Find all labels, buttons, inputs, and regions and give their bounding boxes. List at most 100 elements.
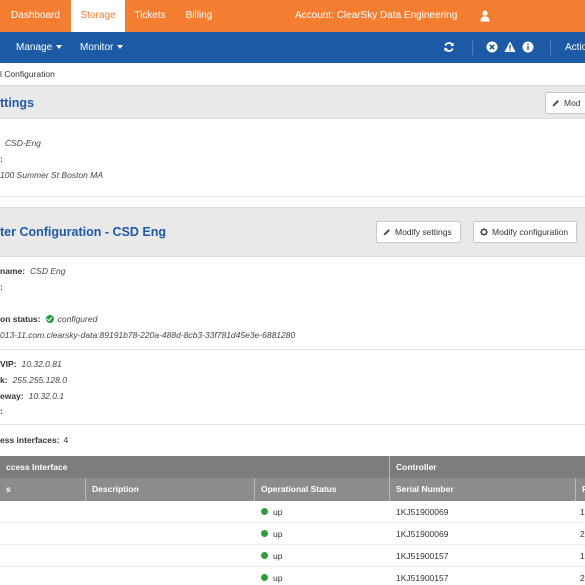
cluster-name-row: name: CSD Eng — [0, 266, 65, 276]
manage-menu[interactable]: Manage — [16, 32, 63, 63]
column-header-status[interactable]: s — [0, 478, 86, 501]
modify-site-button[interactable]: Mod — [545, 92, 585, 114]
iqn-row: 013-11.com.clearsky-data:89191b78-220a-4… — [0, 330, 295, 340]
gateway-row: eway: 10.32.0.1 — [0, 391, 64, 401]
operational-status-cell: up — [261, 501, 282, 523]
table-row[interactable]: up 1KJ51900069 1 — [0, 501, 585, 523]
registration-status-label: on status: — [0, 314, 41, 324]
operational-status-cell: up — [261, 523, 282, 545]
modify-settings-label: Modify settings — [395, 227, 452, 237]
warning-icon[interactable] — [504, 41, 516, 53]
vip-value: 10.32.0.81 — [21, 359, 62, 369]
registration-status-row: on status: configured — [0, 314, 97, 324]
operational-status-cell: up — [261, 545, 282, 567]
section-divider — [0, 424, 585, 425]
extra-cell: 1 — [580, 551, 585, 561]
modify-settings-button[interactable]: Modify settings — [376, 221, 461, 243]
site-name-row: CSD-Eng — [0, 138, 41, 148]
site-settings-title: ttings — [0, 96, 35, 110]
vip-row: VIP: 10.32.0.81 — [0, 359, 62, 369]
cluster-configuration-header: ter Configuration - CSD Eng Modify setti… — [0, 207, 585, 257]
top-navigation: Dashboard Storage Tickets Billing Accoun… — [0, 0, 585, 32]
table-row[interactable]: up 1KJ51900069 2 — [0, 523, 585, 545]
access-interfaces-label: ess interfaces: — [0, 435, 60, 445]
access-interfaces-row: ess interfaces: 4 — [0, 435, 68, 445]
cluster-name-value: CSD Eng — [30, 266, 66, 276]
gateway-value: 10.32.0.1 — [28, 391, 65, 401]
sub-navigation: Manage Monitor Actio — [0, 32, 585, 63]
user-icon[interactable] — [480, 10, 490, 22]
table-row[interactable]: up 1KJ51900157 2 — [0, 567, 585, 585]
extra-cell: 1 — [580, 507, 585, 517]
cluster-name-label: name: — [0, 266, 26, 276]
cluster-configuration-title: ter Configuration - CSD Eng — [0, 225, 166, 239]
check-circle-icon — [45, 315, 54, 323]
extra-cell: 2 — [580, 573, 585, 583]
status-dot-icon — [261, 508, 268, 515]
tab-dashboard[interactable]: Dashboard — [0, 0, 71, 32]
pencil-icon — [383, 229, 390, 236]
operational-status-value: up — [273, 507, 283, 517]
status-dot-icon — [261, 574, 268, 581]
modify-configuration-label: Modify configuration — [492, 227, 569, 237]
pencil-icon — [552, 100, 559, 107]
table-header: s Description Operational Status Serial … — [0, 478, 585, 501]
serial-number-cell: 1KJ51900069 — [396, 529, 449, 539]
account-name[interactable]: Account: ClearSky Data Engineering — [295, 0, 457, 32]
netmask-label: k: — [0, 375, 8, 385]
manage-menu-label: Manage — [16, 42, 53, 53]
section-divider — [0, 349, 585, 350]
serial-number-cell: 1KJ51900069 — [396, 507, 449, 517]
column-header-serial-number[interactable]: Serial Number — [390, 478, 576, 501]
site-name-value: CSD-Eng — [5, 138, 41, 148]
tab-storage[interactable]: Storage — [71, 0, 125, 32]
table-row[interactable]: up 1KJ51900157 1 — [0, 545, 585, 567]
column-header-operational-status[interactable]: Operational Status — [255, 478, 390, 501]
breadcrumb-current[interactable]: l Configuration — [0, 69, 55, 79]
operational-status-value: up — [273, 551, 283, 561]
chevron-down-icon — [56, 45, 63, 50]
monitor-menu[interactable]: Monitor — [80, 32, 124, 63]
status-dot-icon — [261, 530, 268, 537]
info-icon[interactable] — [522, 41, 534, 53]
gateway-label: eway: — [0, 391, 24, 401]
section-divider — [0, 196, 585, 197]
refresh-icon[interactable] — [443, 41, 455, 53]
monitor-menu-label: Monitor — [80, 42, 114, 53]
site-address-label: : — [0, 154, 3, 164]
nav-divider — [472, 40, 473, 55]
column-header-extra[interactable]: F — [576, 478, 585, 501]
actions-menu[interactable]: Actio — [565, 32, 585, 63]
netmask-value: 255.255.128.0 — [12, 375, 67, 385]
iqn-value: 013-11.com.clearsky-data:89191b78-220a-4… — [0, 330, 296, 340]
site-address-label-text: : — [0, 154, 3, 164]
serial-number-cell: 1KJ51900157 — [396, 551, 449, 561]
extra-row: : — [0, 406, 3, 416]
access-interfaces-count: 4 — [63, 435, 69, 445]
netmask-row: k: 255.255.128.0 — [0, 375, 67, 385]
cluster-empty-label: : — [0, 282, 3, 292]
operational-status-value: up — [273, 529, 283, 539]
extra-cell: 2 — [580, 529, 585, 539]
group-controller: Controller — [396, 462, 437, 472]
site-settings-header: ttings Mod — [0, 85, 585, 119]
breadcrumb: l Configuration — [0, 63, 585, 85]
status-dot-icon — [261, 552, 268, 559]
serial-number-cell: 1KJ51900157 — [396, 573, 449, 583]
registration-status-value: configured — [57, 314, 98, 324]
chevron-down-icon — [117, 45, 124, 50]
modify-configuration-button[interactable]: Modify configuration — [473, 221, 578, 243]
close-circle-icon[interactable] — [486, 41, 498, 53]
column-header-description[interactable]: Description — [86, 478, 255, 501]
table-group-header: ccess Interface Controller — [0, 456, 585, 478]
tab-tickets[interactable]: Tickets — [125, 0, 175, 32]
cluster-empty-row: : — [0, 282, 3, 292]
group-access-interface: ccess Interface — [0, 456, 390, 478]
operational-status-cell: up — [261, 567, 282, 585]
extra-label: : — [0, 406, 3, 416]
nav-divider — [550, 40, 551, 55]
vip-label: VIP: — [0, 359, 17, 369]
modify-site-label: Mod — [564, 98, 581, 108]
operational-status-value: up — [273, 573, 283, 583]
tab-billing[interactable]: Billing — [175, 0, 223, 32]
